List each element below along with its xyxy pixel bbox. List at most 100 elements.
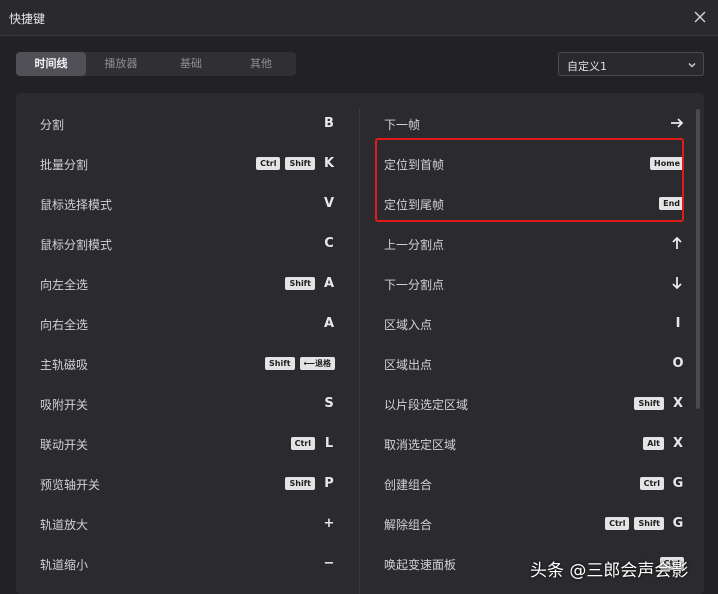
- main-key: A: [323, 275, 335, 291]
- shortcut-keys[interactable]: +: [320, 513, 335, 533]
- main-key: L: [324, 435, 334, 451]
- shortcut-label: 预览轴开关: [40, 478, 101, 492]
- shortcut-label: 轨道缩小: [40, 558, 89, 572]
- watermark: 头条 @三郎会声会影: [530, 561, 689, 581]
- left-shortcut-row[interactable]: 联动开关 Ctrl L: [16, 423, 359, 463]
- shortcut-keys[interactable]: Ctrl G: [639, 473, 684, 493]
- shortcut-keys[interactable]: C: [320, 233, 335, 253]
- preset-selected-value: 自定义1: [567, 60, 607, 73]
- right-shortcut-row[interactable]: 以片段选定区域 Shift X: [360, 383, 704, 423]
- arrow-right-icon: [671, 118, 684, 128]
- modifier-key-badge: Shift: [285, 156, 315, 170]
- main-key: I: [675, 315, 681, 331]
- shortcut-keys[interactable]: O: [669, 353, 684, 373]
- tab-player[interactable]: 播放器: [86, 52, 156, 76]
- modifier-key-badge: Alt: [643, 436, 664, 450]
- shortcut-keys[interactable]: S: [320, 393, 335, 413]
- shortcut-label: 创建组合: [384, 478, 433, 492]
- right-shortcut-row[interactable]: 取消选定区域 Alt X: [360, 423, 704, 463]
- close-icon[interactable]: [692, 9, 708, 25]
- main-key: +: [323, 515, 335, 531]
- modifier-key-badge: ⟵退格: [299, 356, 335, 370]
- shortcut-label: 定位到首帧: [384, 158, 445, 172]
- modifier-key-badge: Ctrl: [639, 476, 664, 490]
- shortcut-label: 取消选定区域: [384, 438, 457, 452]
- shortcut-label: 联动开关: [40, 438, 89, 452]
- left-shortcut-row[interactable]: 批量分割 Ctrl Shift K: [16, 143, 359, 183]
- left-shortcut-row[interactable]: 吸附开关 S: [16, 383, 359, 423]
- tab-other[interactable]: 其他: [226, 52, 296, 76]
- main-key: S: [324, 395, 334, 411]
- main-key: G: [672, 515, 684, 531]
- chevron-down-icon: [688, 63, 696, 68]
- shortcut-label: 定位到尾帧: [384, 198, 445, 212]
- shortcut-keys[interactable]: Shift X: [634, 393, 684, 413]
- main-key: C: [324, 235, 334, 251]
- modifier-key-badge: Ctrl: [290, 436, 315, 450]
- left-shortcut-row[interactable]: 主轨磁吸 Shift ⟵退格: [16, 343, 359, 383]
- right-shortcut-row[interactable]: 解除组合 Ctrl Shift G: [360, 503, 704, 543]
- shortcut-keys[interactable]: [667, 113, 684, 133]
- right-shortcut-row[interactable]: 定位到首帧 Home: [360, 143, 704, 183]
- main-key: X: [672, 395, 684, 411]
- shortcut-keys[interactable]: [667, 233, 684, 253]
- main-key: B: [324, 115, 334, 131]
- shortcut-label: 唤起变速面板: [384, 558, 457, 572]
- right-shortcut-row[interactable]: 定位到尾帧 End: [360, 183, 704, 223]
- shortcut-label: 解除组合: [384, 518, 433, 532]
- tab-timeline[interactable]: 时间线: [16, 52, 86, 76]
- main-key: P: [324, 475, 334, 491]
- modifier-key-badge: Ctrl: [256, 156, 281, 170]
- shortcut-label: 轨道放大: [40, 518, 89, 532]
- arrow-up-icon: [672, 236, 682, 249]
- main-key: X: [672, 435, 684, 451]
- shortcut-keys[interactable]: [667, 273, 684, 293]
- left-shortcut-row[interactable]: 向右全选 A: [16, 303, 359, 343]
- shortcut-label: 上一分割点: [384, 238, 445, 252]
- shortcut-keys[interactable]: End: [659, 193, 684, 213]
- modifier-key-badge: Shift: [634, 516, 664, 530]
- right-shortcut-row[interactable]: 下一帧: [360, 103, 704, 143]
- right-shortcut-row[interactable]: 区域出点 O: [360, 343, 704, 383]
- shortcut-keys[interactable]: A: [320, 313, 335, 333]
- main-key: A: [323, 315, 335, 331]
- right-shortcut-row[interactable]: 下一分割点: [360, 263, 704, 303]
- modifier-key-badge: End: [659, 196, 684, 210]
- shortcut-keys[interactable]: Alt X: [643, 433, 684, 453]
- modifier-key-badge: Home: [650, 156, 684, 170]
- left-shortcut-row[interactable]: 预览轴开关 Shift P: [16, 463, 359, 503]
- left-shortcut-row[interactable]: 轨道放大 +: [16, 503, 359, 543]
- right-shortcut-row[interactable]: 区域入点 I: [360, 303, 704, 343]
- shortcut-keys[interactable]: Ctrl Shift G: [605, 513, 684, 533]
- shortcut-keys[interactable]: Shift A: [285, 273, 335, 293]
- shortcut-keys[interactable]: Ctrl Shift K: [256, 153, 335, 173]
- arrow-down-icon: [672, 277, 682, 290]
- right-shortcut-row[interactable]: 上一分割点: [360, 223, 704, 263]
- scrollbar[interactable]: [696, 109, 700, 409]
- left-shortcut-row[interactable]: 分割 B: [16, 103, 359, 143]
- shortcut-label: 向右全选: [40, 318, 89, 332]
- main-key: −: [323, 555, 335, 571]
- shortcut-keys[interactable]: Home: [650, 153, 684, 173]
- shortcut-label: 主轨磁吸: [40, 358, 89, 372]
- shortcut-keys[interactable]: B: [320, 113, 335, 133]
- shortcut-keys[interactable]: Shift P: [285, 473, 335, 493]
- shortcut-keys[interactable]: I: [669, 313, 684, 333]
- left-shortcut-row[interactable]: 轨道缩小 −: [16, 543, 359, 583]
- shortcut-keys[interactable]: Ctrl L: [290, 433, 335, 453]
- shortcut-label: 批量分割: [40, 158, 89, 172]
- window-title: 快捷键: [9, 12, 46, 26]
- left-shortcut-row[interactable]: 向左全选 Shift A: [16, 263, 359, 303]
- shortcut-keys[interactable]: V: [320, 193, 335, 213]
- right-shortcut-row[interactable]: 创建组合 Ctrl G: [360, 463, 704, 503]
- tab-basic[interactable]: 基础: [156, 52, 226, 76]
- shortcut-keys[interactable]: Shift ⟵退格: [265, 353, 335, 373]
- shortcut-label: 分割: [40, 118, 65, 132]
- preset-dropdown[interactable]: 自定义1: [558, 52, 704, 76]
- main-key: O: [672, 355, 684, 371]
- shortcut-keys[interactable]: −: [320, 553, 335, 573]
- left-shortcut-row[interactable]: 鼠标分割模式 C: [16, 223, 359, 263]
- left-shortcut-row[interactable]: 鼠标选择模式 V: [16, 183, 359, 223]
- modifier-key-badge: Ctrl: [605, 516, 630, 530]
- category-tabs: 时间线 播放器 基础 其他: [16, 52, 296, 76]
